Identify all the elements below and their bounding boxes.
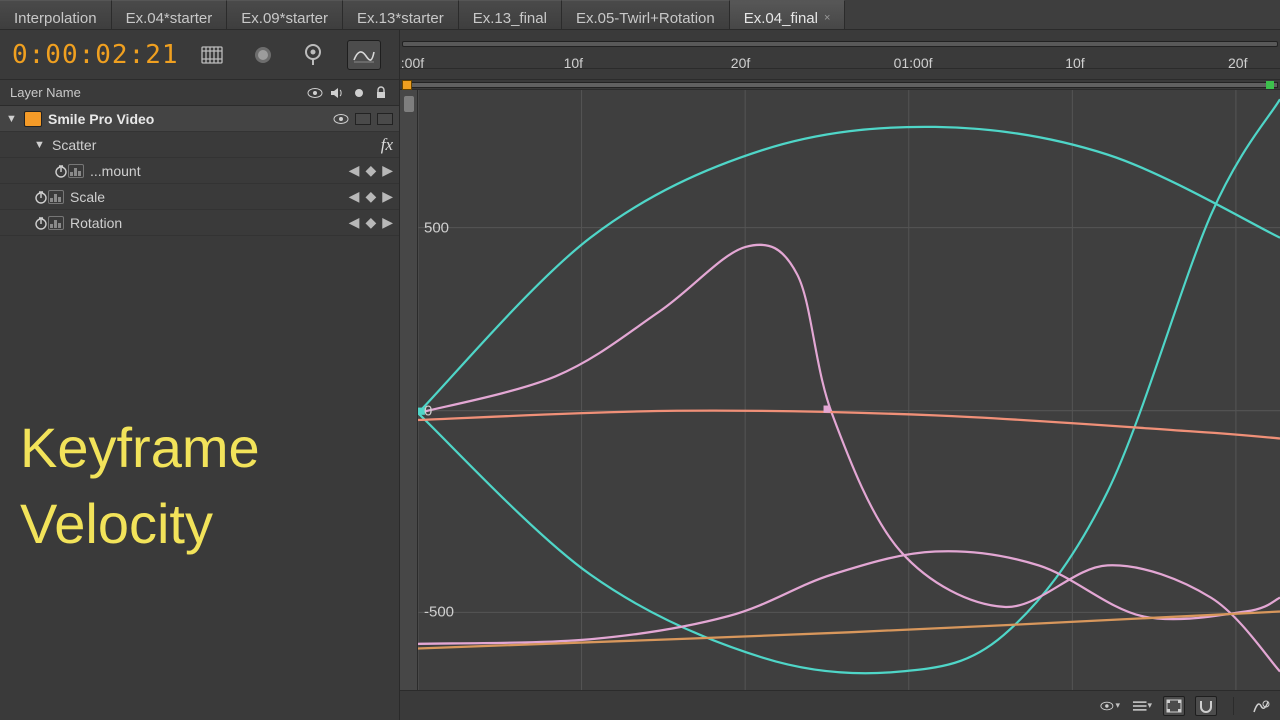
timeline-toolbar: 0:00:02:21 xyxy=(0,30,399,80)
stopwatch-icon[interactable] xyxy=(54,164,68,178)
tab-label: Ex.09*starter xyxy=(241,10,328,27)
fit-graph-icon[interactable] xyxy=(1250,696,1272,716)
property-row-rotation[interactable]: Rotation ◀ ◆ ▶ xyxy=(0,210,399,236)
work-area-end[interactable] xyxy=(1266,81,1274,89)
graph-editor-toolbar: ▾ ▾ xyxy=(400,690,1280,720)
next-keyframe-icon[interactable]: ▶ xyxy=(382,188,393,205)
keyframe-handle[interactable] xyxy=(824,406,831,413)
y-axis-label: 500 xyxy=(424,220,449,237)
graph-type-icon[interactable] xyxy=(68,164,84,178)
ruler-tick: 10f xyxy=(1065,55,1084,71)
curve-orange[interactable] xyxy=(418,612,1280,649)
layer-list: ▼ Smile Pro Video ▼ Scatter fx xyxy=(0,106,399,236)
property-label: Scale xyxy=(70,189,105,205)
eye-icon[interactable] xyxy=(333,111,349,127)
ruler-tick: 20f xyxy=(1228,55,1247,71)
pin-icon[interactable] xyxy=(297,39,329,71)
tab-ex13starter[interactable]: Ex.13*starter xyxy=(343,0,459,29)
tab-ex04starter[interactable]: Ex.04*starter xyxy=(112,0,228,29)
overlay-caption: Keyframe Velocity xyxy=(20,410,260,561)
ruler-tick: 20f xyxy=(731,55,750,71)
vertical-scrollbar[interactable] xyxy=(400,90,418,690)
filmstrip-icon[interactable] xyxy=(197,39,229,71)
y-axis-label: -500 xyxy=(424,604,454,621)
curve-salmon[interactable] xyxy=(418,411,1280,439)
snap-icon[interactable] xyxy=(1195,696,1217,716)
lock-icon[interactable] xyxy=(373,85,389,101)
tab-label: Ex.05-Twirl+Rotation xyxy=(576,10,715,27)
keyframe-navigator: ◀ ◆ ▶ xyxy=(349,188,393,205)
velocity-curves xyxy=(418,90,1280,690)
composition-tabs: Interpolation Ex.04*starter Ex.09*starte… xyxy=(0,0,1280,30)
ruler-tick: :00f xyxy=(401,55,424,71)
add-keyframe-icon[interactable]: ◆ xyxy=(365,162,376,179)
close-icon[interactable]: × xyxy=(824,12,830,24)
keyframe-navigator: ◀ ◆ ▶ xyxy=(349,162,393,179)
next-keyframe-icon[interactable]: ▶ xyxy=(382,214,393,231)
scroll-thumb[interactable] xyxy=(404,96,414,112)
tab-interpolation[interactable]: Interpolation xyxy=(0,0,112,29)
curve-pink-lower[interactable] xyxy=(418,551,1280,644)
curve-pink-upper[interactable] xyxy=(418,245,1280,672)
ruler-band[interactable] xyxy=(402,41,1278,47)
y-axis-label: 0 xyxy=(424,403,432,420)
property-row-scale[interactable]: Scale ◀ ◆ ▶ xyxy=(0,184,399,210)
prev-keyframe-icon[interactable]: ◀ xyxy=(349,162,360,179)
fx-badge[interactable]: fx xyxy=(381,135,393,155)
layer-row[interactable]: ▼ Smile Pro Video xyxy=(0,106,399,132)
time-ruler-wrap: :00f 10f 20f 01:00f 10f 20f xyxy=(400,30,1280,80)
tab-ex04final[interactable]: Ex.04_final × xyxy=(730,0,846,29)
show-transform-box-icon[interactable] xyxy=(1163,696,1185,716)
tab-ex05twirl[interactable]: Ex.05-Twirl+Rotation xyxy=(562,0,730,29)
graph-options-icon[interactable]: ▾ xyxy=(1131,696,1153,716)
graph-type-icon[interactable] xyxy=(48,190,64,204)
stopwatch-icon[interactable] xyxy=(34,216,48,230)
layer-columns-header: Layer Name xyxy=(0,80,399,106)
add-keyframe-icon[interactable]: ◆ xyxy=(365,188,376,205)
effect-row[interactable]: ▼ Scatter fx xyxy=(0,132,399,158)
video-layer-icon xyxy=(24,111,42,127)
curve-teal-lower[interactable] xyxy=(418,99,1280,673)
overlay-line1: Keyframe xyxy=(20,410,260,486)
ruler-tick: 10f xyxy=(564,55,583,71)
effect-name: Scatter xyxy=(52,137,96,153)
property-label: ...mount xyxy=(90,163,141,179)
tab-label: Ex.13*starter xyxy=(357,10,444,27)
ruler-tick: 01:00f xyxy=(894,55,933,71)
next-keyframe-icon[interactable]: ▶ xyxy=(382,162,393,179)
curve-teal-upper[interactable] xyxy=(418,127,1280,413)
tab-label: Ex.13_final xyxy=(473,10,547,27)
column-header-label: Layer Name xyxy=(10,85,81,100)
property-row-amount[interactable]: ...mount ◀ ◆ ▶ xyxy=(0,158,399,184)
add-keyframe-icon[interactable]: ◆ xyxy=(365,214,376,231)
graph-type-icon[interactable] xyxy=(48,216,64,230)
tab-label: Interpolation xyxy=(14,10,97,27)
twirl-down-icon[interactable]: ▼ xyxy=(34,139,48,151)
switch-box[interactable] xyxy=(355,113,371,125)
tab-label: Ex.04*starter xyxy=(126,10,213,27)
current-timecode[interactable]: 0:00:02:21 xyxy=(12,40,179,70)
graph-editor-toggle[interactable] xyxy=(347,40,381,70)
time-ruler[interactable]: :00f 10f 20f 01:00f 10f 20f xyxy=(400,41,1280,69)
stopwatch-icon[interactable] xyxy=(34,190,48,204)
solo-dot-icon[interactable] xyxy=(351,85,367,101)
blur-icon[interactable] xyxy=(247,39,279,71)
tab-label: Ex.04_final xyxy=(744,10,818,27)
twirl-down-icon[interactable]: ▼ xyxy=(6,113,20,125)
property-label: Rotation xyxy=(70,215,122,231)
tab-ex09starter[interactable]: Ex.09*starter xyxy=(227,0,343,29)
keyframe-navigator: ◀ ◆ ▶ xyxy=(349,214,393,231)
switch-box[interactable] xyxy=(377,113,393,125)
current-time-indicator[interactable] xyxy=(402,80,412,90)
prev-keyframe-icon[interactable]: ◀ xyxy=(349,188,360,205)
layer-name: Smile Pro Video xyxy=(48,111,154,127)
prev-keyframe-icon[interactable]: ◀ xyxy=(349,214,360,231)
tab-ex13final[interactable]: Ex.13_final xyxy=(459,0,562,29)
eye-menu-icon[interactable]: ▾ xyxy=(1099,696,1121,716)
graph-editor[interactable]: 500 0 -500 xyxy=(418,90,1280,690)
overlay-line2: Velocity xyxy=(20,486,260,562)
speaker-icon[interactable] xyxy=(329,85,345,101)
work-area-bar[interactable] xyxy=(400,80,1280,90)
eye-icon[interactable] xyxy=(307,85,323,101)
